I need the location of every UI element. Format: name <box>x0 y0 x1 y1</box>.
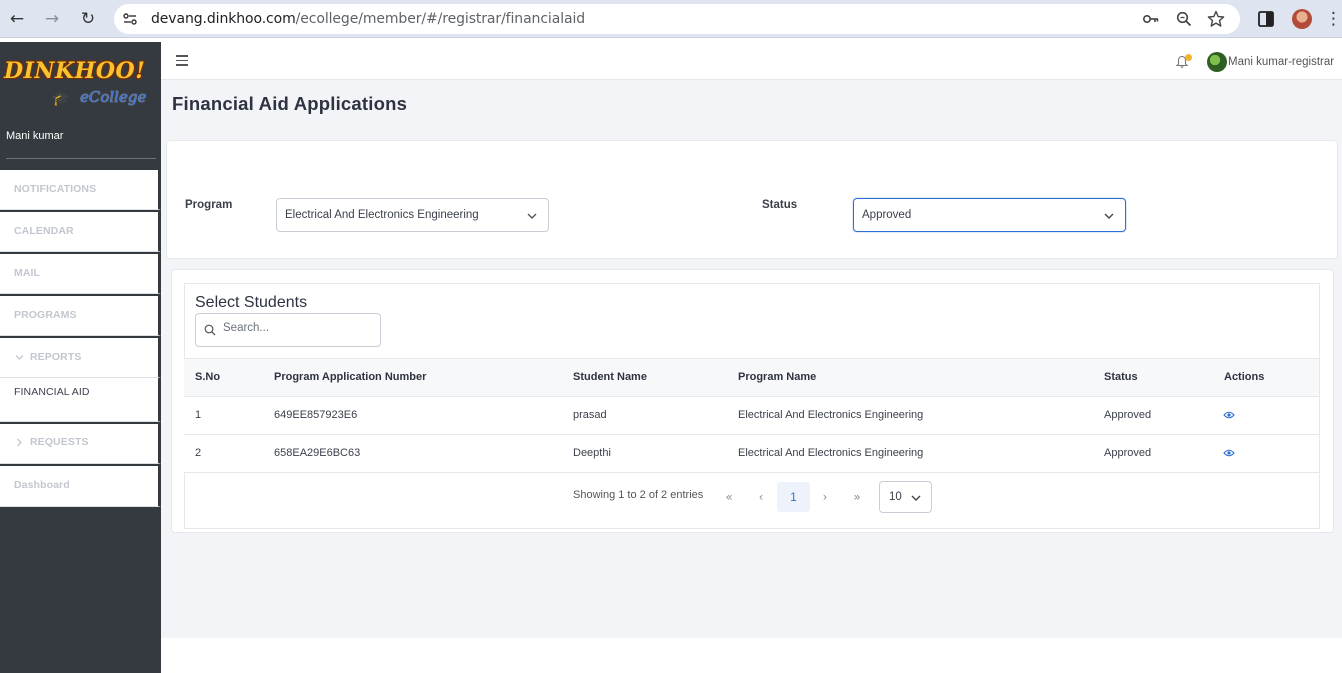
column-header: Actions <box>1224 371 1265 383</box>
cell-status: Approved <box>1104 409 1152 421</box>
cell-student-name: Deepthi <box>573 447 611 459</box>
view-eye-icon[interactable] <box>1223 410 1235 420</box>
sidebar-item-label: FINANCIAL AID <box>14 386 90 398</box>
sidebar-divider <box>6 158 156 159</box>
pagination-first-button[interactable]: « <box>718 482 740 512</box>
column-header[interactable]: Status <box>1104 371 1138 383</box>
cell-app-number: 649EE857923E6 <box>274 409 358 421</box>
hamburger-menu-icon[interactable] <box>176 55 188 66</box>
page-size-select[interactable]: 10 <box>879 481 932 513</box>
chevron-down-icon <box>1104 213 1114 219</box>
program-label: Program <box>185 199 233 211</box>
pagination-prev-button[interactable]: ‹ <box>750 482 772 512</box>
user-role[interactable]: Mani kumar-registrar <box>1228 56 1334 68</box>
address-bar[interactable]: devang.dinkhoo.com/ecollege/member/#/reg… <box>114 4 1240 34</box>
bookmark-star-icon[interactable] <box>1207 10 1225 28</box>
zoom-icon[interactable] <box>1175 10 1193 28</box>
sidebar-item-label: CALENDAR <box>14 225 74 237</box>
program-select-value: Electrical And Electronics Engineering <box>285 209 479 221</box>
cell-sno: 1 <box>195 409 202 421</box>
chevron-down-icon <box>527 213 537 219</box>
cell-student-name: prasad <box>573 409 607 421</box>
status-select-value: Approved <box>862 209 912 221</box>
sidebar-item-mail[interactable]: MAIL <box>0 254 161 294</box>
url-host: devang.dinkhoo.com <box>151 11 296 27</box>
sidebar-item-label: NOTIFICATIONS <box>14 183 97 195</box>
avatar[interactable] <box>1207 52 1227 72</box>
chevron-down-icon <box>15 355 24 360</box>
pagination-page-button[interactable]: 1 <box>777 482 810 512</box>
sidebar-item-label: MAIL <box>14 267 41 279</box>
sidebar-item-reports[interactable]: REPORTS <box>0 338 161 378</box>
view-eye-icon[interactable] <box>1223 448 1235 458</box>
status-select[interactable]: Approved <box>853 198 1126 232</box>
profile-avatar-icon[interactable] <box>1292 9 1312 29</box>
sidebar-item-calendar[interactable]: CALENDAR <box>0 212 161 252</box>
cell-program-name: Electrical And Electronics Engineering <box>738 447 924 459</box>
side-panel-icon[interactable] <box>1256 9 1276 29</box>
search-input[interactable] <box>223 322 373 334</box>
column-header[interactable]: Program Application Number <box>274 371 426 383</box>
page-title: Financial Aid Applications <box>172 93 408 114</box>
sidebar-item-financial-aid[interactable]: FINANCIAL AID <box>0 378 161 422</box>
sidebar-item-dashboard[interactable]: Dashboard <box>0 466 161 507</box>
site-settings-icon[interactable] <box>122 11 138 27</box>
table-row: 2 658EA29E6BC63 Deepthi Electrical And E… <box>184 435 1319 473</box>
sidebar-item-label: REQUESTS <box>30 436 89 448</box>
column-header[interactable]: Student Name <box>573 371 647 383</box>
page-size-value: 10 <box>889 491 902 503</box>
sidebar-item-notifications[interactable]: NOTIFICATIONS <box>0 170 161 210</box>
reload-icon[interactable]: ↻ <box>76 7 100 31</box>
section-title: Select Students <box>195 294 308 311</box>
sidebar-item-label: REPORTS <box>30 351 82 363</box>
logo-ecollege: eCollege <box>80 88 147 106</box>
forward-icon[interactable]: → <box>40 7 64 31</box>
search-icon <box>204 324 216 336</box>
cell-status: Approved <box>1104 447 1152 459</box>
logo-dinkhoo: DINKHOO! <box>4 58 146 84</box>
table-header: S.No Program Application Number Student … <box>184 358 1319 397</box>
back-icon[interactable]: ← <box>5 7 29 31</box>
chevron-right-icon <box>17 438 22 447</box>
column-header[interactable]: Program Name <box>738 371 816 383</box>
sidebar-user-name: Mani kumar <box>6 130 64 142</box>
status-label: Status <box>762 199 798 211</box>
pagination-info: Showing 1 to 2 of 2 entries <box>573 489 704 501</box>
notification-badge <box>1185 54 1192 61</box>
pagination-next-button[interactable]: › <box>814 482 836 512</box>
cell-app-number: 658EA29E6BC63 <box>274 447 361 459</box>
browser-toolbar: ← → ↻ devang.dinkhoo.com/ecollege/member… <box>0 0 1342 38</box>
pagination-last-button[interactable]: » <box>846 482 868 512</box>
column-header[interactable]: S.No <box>195 371 220 383</box>
url-path: /ecollege/member/#/registrar/financialai… <box>295 11 586 27</box>
graduation-cap-icon: 🎓 <box>52 90 70 106</box>
chevron-down-icon <box>911 495 921 501</box>
cell-sno: 2 <box>195 447 202 459</box>
more-menu-icon[interactable]: ⋮ <box>1325 7 1342 31</box>
sidebar-item-label: PROGRAMS <box>14 309 77 321</box>
top-header: Mani kumar-registrar <box>161 42 1342 80</box>
search-box[interactable] <box>195 313 381 347</box>
sidebar-item-label: Dashboard <box>14 479 70 491</box>
table-row: 1 649EE857923E6 prasad Electrical And El… <box>184 397 1319 435</box>
cell-program-name: Electrical And Electronics Engineering <box>738 409 924 421</box>
sidebar-item-programs[interactable]: PROGRAMS <box>0 296 161 336</box>
password-key-icon[interactable] <box>1142 10 1160 28</box>
sidebar-item-requests[interactable]: REQUESTS <box>0 424 161 464</box>
url-text: devang.dinkhoo.com/ecollege/member/#/reg… <box>151 11 585 27</box>
program-select[interactable]: Electrical And Electronics Engineering <box>276 198 549 232</box>
